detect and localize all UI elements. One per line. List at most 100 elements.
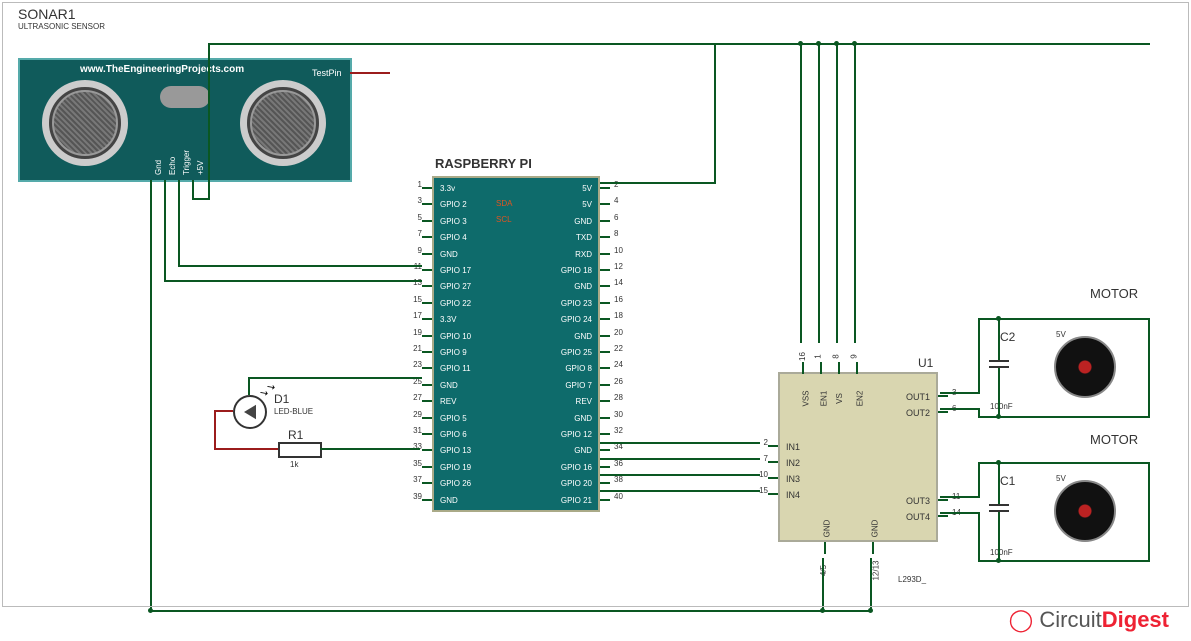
sonar-pin-5v: +5V — [196, 161, 205, 175]
motor2-label: MOTOR — [1090, 432, 1138, 447]
rpi-num-l21: 21 — [408, 344, 422, 353]
rpi-stub-l27 — [422, 400, 432, 402]
rpi-num-r18: 18 — [614, 311, 623, 320]
rpi-num-r4: 4 — [614, 196, 618, 205]
motor1-volt: 5V — [1056, 330, 1066, 339]
d1-part: LED-BLUE — [274, 407, 313, 416]
w-5v-d — [714, 43, 716, 183]
u1-top-stub-8 — [838, 362, 840, 374]
rpi-stub-l35 — [422, 466, 432, 468]
transducer-right — [240, 80, 326, 166]
rpi-stub-l7 — [422, 236, 432, 238]
sonar-ref: SONAR1 — [18, 6, 76, 22]
w-echo-b — [164, 280, 422, 282]
rpi-stub-r6 — [600, 220, 610, 222]
rpi-num-r8: 8 — [614, 229, 618, 238]
rpi-num-l17: 17 — [408, 311, 422, 320]
w-out3b — [978, 462, 980, 498]
rpi-num-r26: 26 — [614, 377, 623, 386]
rpi-num-l23: 23 — [408, 360, 422, 369]
rpi-stub-l37 — [422, 482, 432, 484]
ring-icon: ◯ — [1009, 607, 1034, 632]
rpi-stub-r38 — [600, 482, 610, 484]
rpi-stub-r24 — [600, 367, 610, 369]
u1-r-stub-14 — [938, 515, 948, 517]
rpi-stub-r4 — [600, 203, 610, 205]
rpi-num-l9: 9 — [408, 246, 422, 255]
rpi-num-r28: 28 — [614, 393, 623, 402]
w-5v-b — [208, 43, 210, 199]
rpi-lbl-r20: GND — [438, 332, 592, 341]
w-led-to-25 — [248, 377, 422, 379]
rpi-stub-r26 — [600, 384, 610, 386]
motor2-icon — [1054, 480, 1116, 542]
w-5v-a — [192, 180, 194, 200]
gnd-dot0 — [148, 608, 153, 613]
rpi-num-l37: 37 — [408, 475, 422, 484]
rpi-num-l35: 35 — [408, 459, 422, 468]
w-in4 — [600, 490, 760, 492]
rpi-num-r12: 12 — [614, 262, 623, 271]
motor2-volt: 5V — [1056, 474, 1066, 483]
w-5v-e — [600, 182, 716, 184]
rpi-num-l1: 1 — [408, 180, 422, 189]
u1-body: 16 VSS 1 EN1 8 VS 9 EN2 2 IN1 7 IN2 10 I… — [778, 372, 938, 542]
rpi-num-l15: 15 — [408, 295, 422, 304]
u1-r-lbl-6: OUT2 — [782, 408, 930, 418]
r1-val: 1k — [290, 460, 298, 469]
motor1-label: MOTOR — [1090, 286, 1138, 301]
rpi-stub-r30 — [600, 417, 610, 419]
w-top-5v — [714, 43, 1150, 45]
u1-b-num-1: 12/13 — [872, 560, 881, 580]
sonar-desc: ULTRASONIC SENSOR — [18, 22, 105, 31]
sonar-pin-gnd: Gnd — [154, 160, 163, 175]
rpi-title: RASPBERRY PI — [435, 156, 532, 171]
rpi-stub-r40 — [600, 499, 610, 501]
dot-vss — [798, 41, 803, 46]
w-c2up — [998, 318, 1000, 360]
rpi-num-r30: 30 — [614, 410, 623, 419]
w-led-a — [215, 410, 233, 412]
rpi-num-l39: 39 — [408, 492, 422, 501]
rpi-stub-r16 — [600, 302, 610, 304]
w-out1b — [978, 318, 980, 394]
scl-label: SCL — [496, 215, 512, 224]
rpi-num-l31: 31 — [408, 426, 422, 435]
w-5v-c — [208, 43, 716, 45]
rpi-lbl-r12: GPIO 18 — [438, 266, 592, 275]
rpi-stub-l39 — [422, 499, 432, 501]
rpi-stub-r12 — [600, 269, 610, 271]
rpi-num-l29: 29 — [408, 410, 422, 419]
rpi-stub-r36 — [600, 466, 610, 468]
rpi-num-r38: 38 — [614, 475, 623, 484]
w-en2 — [854, 43, 856, 343]
dot-en1 — [816, 41, 821, 46]
rpi-lbl-r10: RXD — [438, 250, 592, 259]
rpi-stub-l29 — [422, 417, 432, 419]
led-icon — [233, 395, 267, 429]
rpi-stub-l31 — [422, 433, 432, 435]
u1-l-stub-10 — [768, 477, 778, 479]
rpi-num-l7: 7 — [408, 229, 422, 238]
rpi-stub-r28 — [600, 400, 610, 402]
rpi-num-r16: 16 — [614, 295, 623, 304]
rpi-stub-r18 — [600, 318, 610, 320]
rpi-num-r20: 20 — [614, 328, 623, 337]
testpin-stub — [350, 72, 390, 74]
w-c1up — [998, 462, 1000, 504]
rpi-lbl-r36: GPIO 16 — [438, 463, 592, 472]
rpi-num-l27: 27 — [408, 393, 422, 402]
w-out2c — [978, 416, 1150, 418]
rpi-stub-l11 — [422, 269, 432, 271]
rpi-num-r32: 32 — [614, 426, 623, 435]
w-out3d — [1148, 462, 1150, 562]
rpi-num-l5: 5 — [408, 213, 422, 222]
rpi-stub-r34 — [600, 449, 610, 451]
w-out2a — [940, 408, 980, 410]
dot-vs — [834, 41, 839, 46]
rpi-lbl-r32: GPIO 12 — [438, 430, 592, 439]
rpi-lbl-r14: GND — [438, 282, 592, 291]
w-out1d — [1148, 318, 1150, 418]
u1-top-num-1: 1 — [814, 354, 823, 358]
u1-top-stub-9 — [856, 362, 858, 374]
